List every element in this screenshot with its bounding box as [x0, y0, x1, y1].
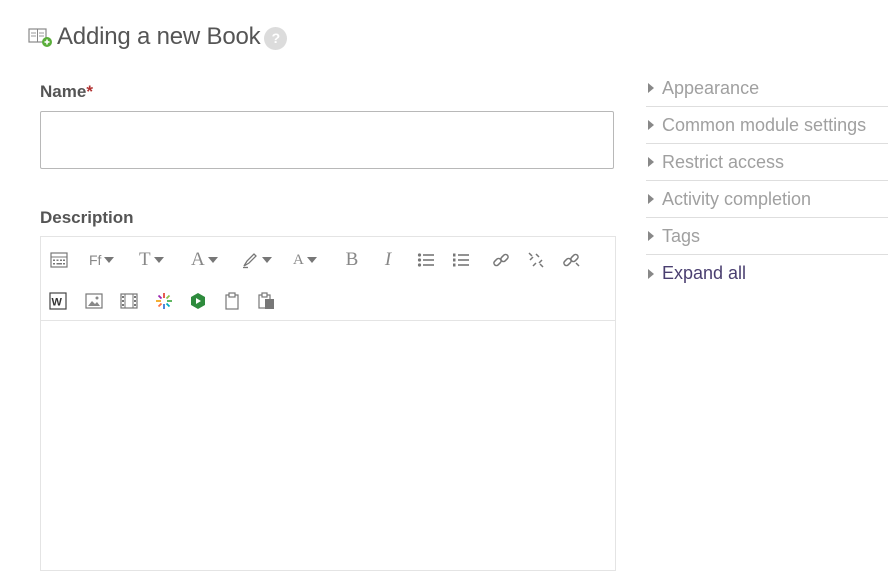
description-editor: Ff T A A B I W [40, 236, 616, 571]
font-size-button-label: T [139, 249, 151, 270]
insert-media-icon[interactable] [120, 289, 138, 313]
italic-button-label: I [384, 249, 392, 270]
editor-toolbar: Ff T A A B I W [41, 237, 615, 321]
name-input[interactable] [40, 111, 614, 169]
anchor-link-icon[interactable] [562, 248, 580, 272]
styles-button-label: A [293, 251, 304, 268]
h5p-icon[interactable] [155, 289, 173, 313]
ordered-list-icon[interactable] [452, 248, 470, 272]
chevron-right-icon [648, 157, 654, 167]
expand-all-link[interactable]: Expand all [646, 255, 888, 292]
name-label-text: Name [40, 82, 87, 101]
paste-icon[interactable] [224, 289, 240, 313]
page-header: Adding a new Book ? [28, 22, 288, 52]
section-appearance-label: Appearance [662, 77, 760, 98]
font-family-button-label: Ff [89, 252, 102, 268]
chevron-down-icon [306, 257, 317, 263]
styles-button[interactable]: A [293, 248, 317, 272]
word-paste-icon[interactable]: W [49, 289, 67, 313]
expand-all-label: Expand all [662, 263, 747, 283]
font-size-button[interactable]: T [139, 248, 164, 272]
chevron-right-icon [648, 231, 654, 241]
chevron-down-icon [104, 257, 115, 263]
chevron-right-icon [648, 268, 654, 279]
word-paste-icon-letter: W [52, 297, 63, 309]
section-common-module-settings[interactable]: Common module settings [646, 107, 888, 144]
book-module-icon [28, 26, 54, 48]
font-color-button[interactable]: A [191, 248, 218, 272]
section-activity-completion[interactable]: Activity completion [646, 181, 888, 218]
link-icon[interactable] [492, 248, 510, 272]
font-family-button[interactable]: Ff [89, 248, 115, 272]
chevron-right-icon [648, 83, 654, 93]
form-sections-sidebar: Appearance Common module settings Restri… [646, 70, 888, 292]
section-activity-completion-label: Activity completion [662, 188, 812, 209]
name-label: Name* [40, 82, 93, 102]
highlighter-icon [243, 253, 257, 269]
help-icon[interactable]: ? [264, 26, 288, 50]
section-appearance[interactable]: Appearance [646, 70, 888, 107]
recording-icon[interactable] [189, 289, 207, 313]
section-common-module-settings-label: Common module settings [662, 114, 867, 135]
chevron-right-icon [648, 194, 654, 204]
chevron-down-icon [262, 257, 272, 263]
section-tags-label: Tags [662, 225, 701, 246]
chevron-down-icon [207, 257, 218, 263]
background-color-button[interactable] [241, 248, 272, 272]
paste-special-icon[interactable] [258, 289, 276, 313]
bold-button[interactable]: B [343, 248, 361, 272]
toolbar-toggle-icon[interactable] [49, 248, 69, 272]
chevron-right-icon [648, 120, 654, 130]
italic-button[interactable]: I [380, 248, 396, 272]
section-tags[interactable]: Tags [646, 218, 888, 255]
unordered-list-icon[interactable] [417, 248, 435, 272]
chevron-down-icon [153, 257, 164, 263]
insert-image-icon[interactable] [85, 289, 103, 313]
section-restrict-access-label: Restrict access [662, 151, 785, 172]
required-marker: * [86, 82, 93, 101]
description-label: Description [40, 208, 134, 227]
page-title: Adding a new Book [57, 23, 261, 50]
font-color-button-label: A [191, 249, 205, 270]
editor-content-area[interactable] [41, 321, 615, 571]
unlink-icon[interactable] [527, 248, 545, 272]
bold-button-label: B [345, 249, 359, 270]
section-restrict-access[interactable]: Restrict access [646, 144, 888, 181]
